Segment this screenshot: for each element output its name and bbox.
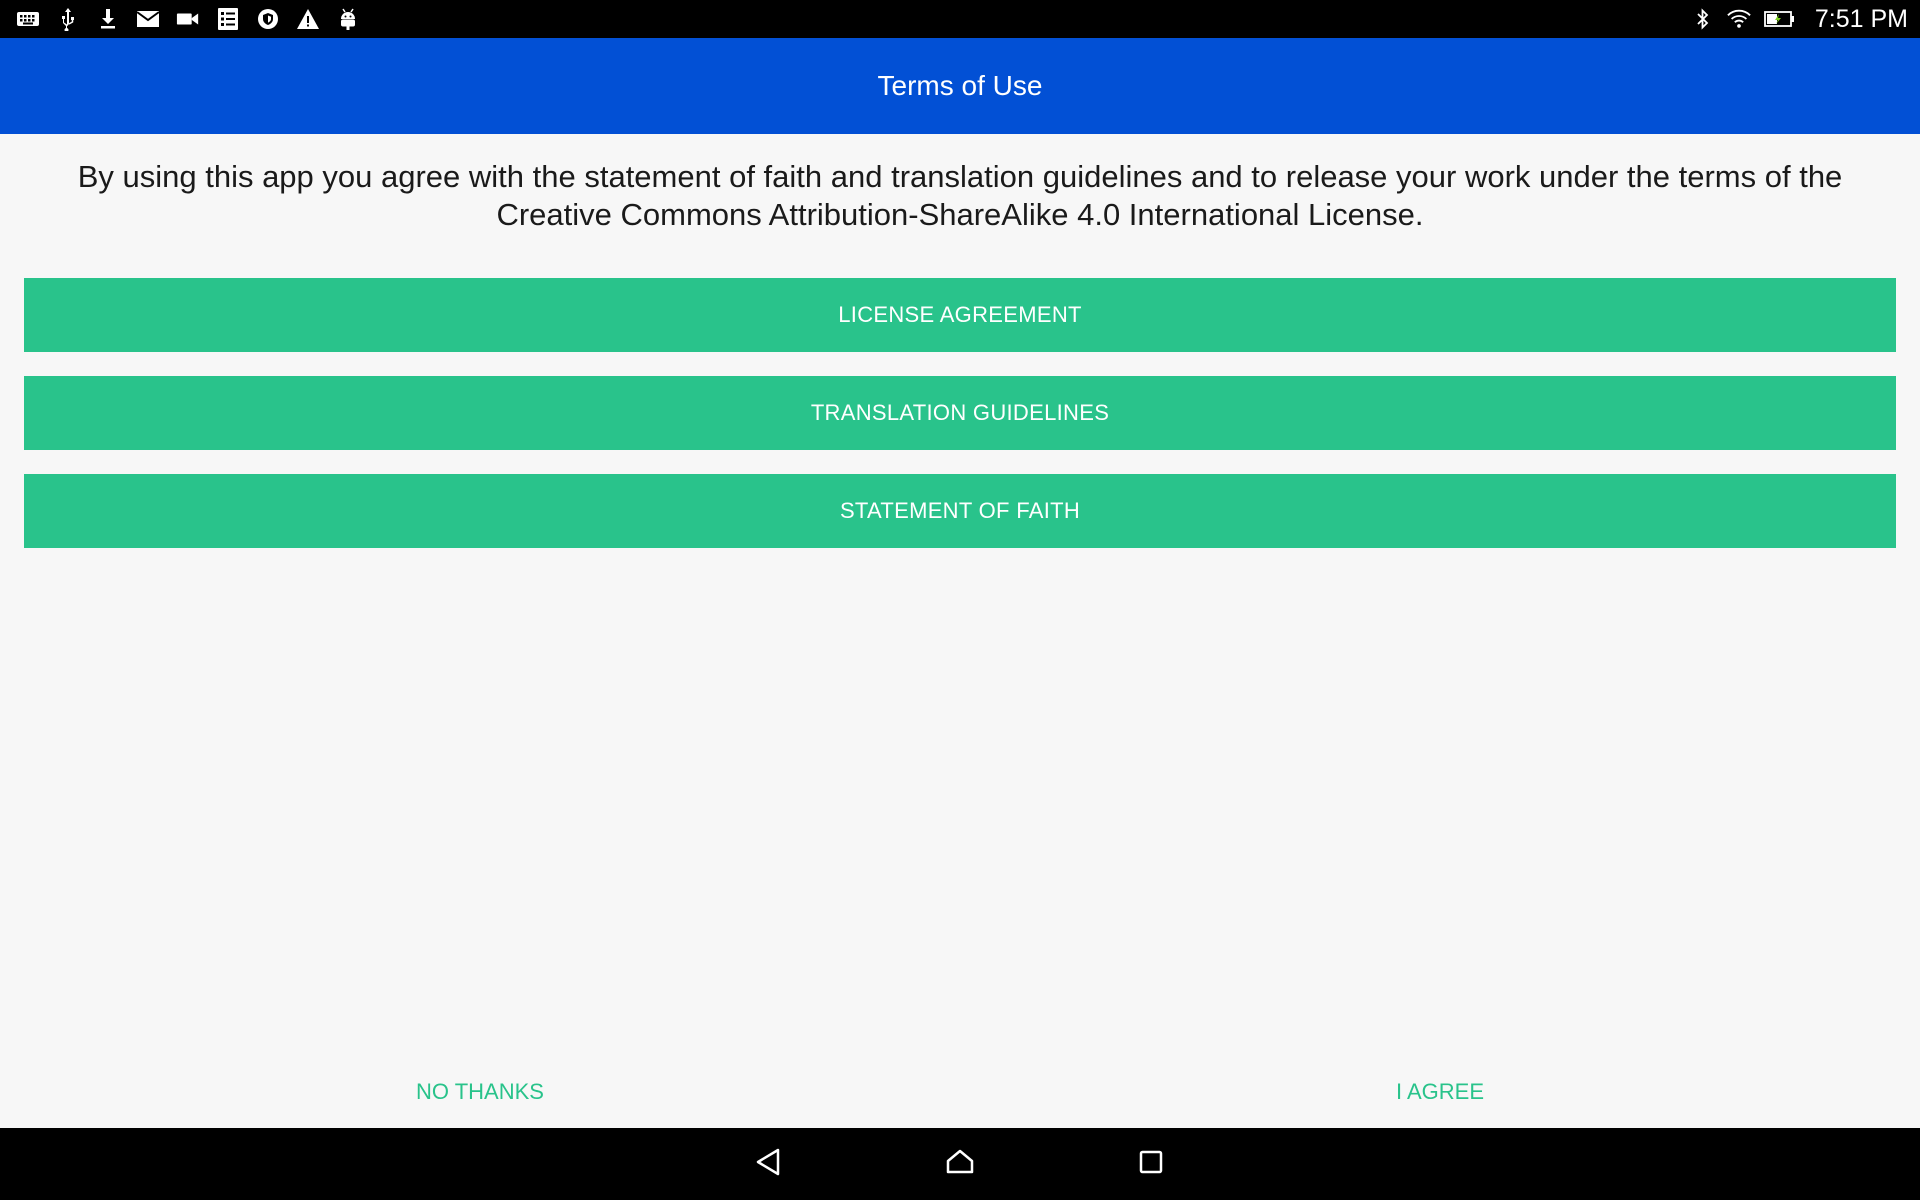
recents-icon (1138, 1149, 1164, 1180)
system-indicators: 7:51 PM (1691, 4, 1908, 33)
app-bar: Terms of Use (0, 38, 1920, 134)
terms-of-use-screen: 7:51 PM Terms of Use By using this app y… (0, 0, 1920, 1200)
home-button[interactable] (930, 1138, 990, 1190)
no-thanks-button[interactable]: NO THANKS (380, 1072, 580, 1112)
license-agreement-button[interactable]: LICENSE AGREEMENT (24, 278, 1896, 352)
mail-icon (136, 7, 160, 31)
statement-of-faith-button[interactable]: STATEMENT OF FAITH (24, 474, 1896, 548)
recents-button[interactable] (1121, 1138, 1181, 1190)
translation-guidelines-button[interactable]: TRANSLATION GUIDELINES (24, 376, 1896, 450)
i-agree-label: I AGREE (1395, 1079, 1485, 1104)
notification-icons (16, 6, 360, 32)
i-agree-button[interactable]: I AGREE (1340, 1072, 1540, 1112)
download-icon (96, 7, 120, 31)
page-title: Terms of Use (877, 70, 1043, 101)
bluetooth-icon (1691, 7, 1715, 31)
warning-icon (296, 7, 320, 31)
back-button[interactable] (738, 1138, 798, 1190)
no-thanks-label: NO THANKS (416, 1079, 544, 1104)
home-icon (945, 1148, 975, 1181)
terms-statement: By using this app you agree with the sta… (77, 159, 1843, 232)
keyboard-icon (16, 7, 40, 31)
android-icon (336, 7, 360, 31)
shield-icon (256, 7, 280, 31)
task-list-icon (216, 7, 240, 31)
clock: 7:51 PM (1814, 4, 1908, 33)
navigation-bar (0, 1128, 1920, 1200)
translation-guidelines-label: TRANSLATION GUIDELINES (810, 400, 1110, 425)
video-camera-icon (176, 7, 200, 31)
usb-icon (56, 7, 80, 31)
statement-of-faith-label: STATEMENT OF FAITH (839, 498, 1081, 523)
battery-charging-icon (1763, 7, 1797, 31)
wifi-icon (1727, 7, 1751, 31)
license-agreement-label: LICENSE AGREEMENT (838, 302, 1082, 327)
status-bar: 7:51 PM (0, 0, 1920, 38)
back-icon (754, 1147, 782, 1182)
